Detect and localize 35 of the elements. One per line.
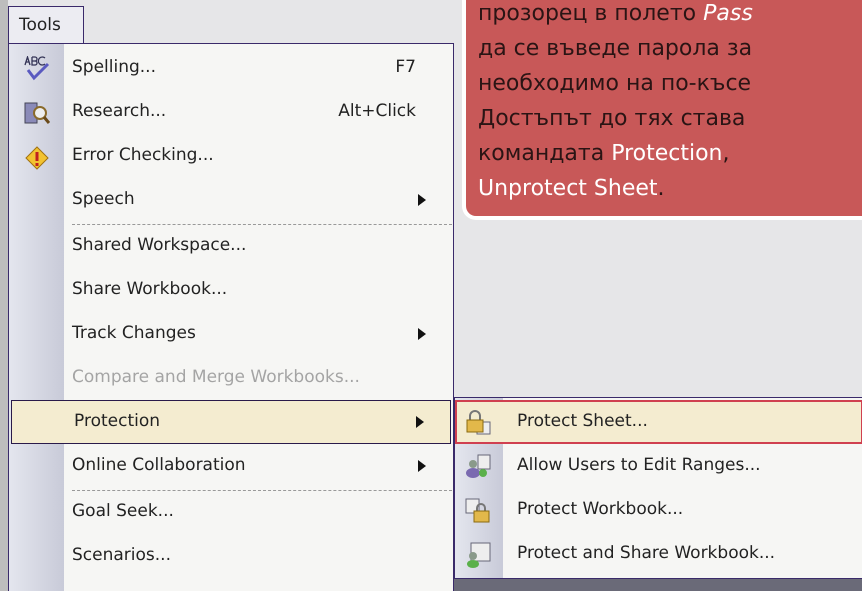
submenu-arrow-icon [418,460,426,472]
spelling-check-icon [24,56,50,82]
submenu-arrow-icon [418,194,426,206]
menu-item[interactable]: Online Collaboration [9,444,453,488]
menu-item[interactable]: Error Checking... [9,134,453,178]
callout-text-line: командата Protection, [478,140,731,168]
menu-item[interactable]: Shared Workspace... [9,222,453,268]
menu-item[interactable]: Speech [9,178,453,222]
menu-item[interactable]: Track Changes [9,312,453,356]
grid-lock-icon [465,498,491,524]
callout-text-line: необходимо на по-късе [478,70,752,98]
callout-text-line: прозорец в полето Pass [478,0,754,28]
submenu-item[interactable]: Protect Workbook... [455,488,862,532]
shortcut-text: F7 [395,56,416,80]
menu-item[interactable]: Spelling... F7 [9,46,453,90]
warning-diamond-icon [24,144,50,170]
book-magnifier-icon [24,100,50,126]
lock-grid-icon [465,410,491,436]
menu-item[interactable]: Research... Alt+Click [9,90,453,134]
submenu-item[interactable]: Protect Sheet... [455,400,862,444]
submenu-item[interactable]: Allow Users to Edit Ranges... [455,444,862,488]
submenu-item[interactable]: Protect and Share Workbook... [455,532,862,576]
submenu-arrow-icon [418,328,426,340]
menu-item[interactable]: Share Workbook... [9,268,453,312]
callout-text-line: Unprotect Sheet. [478,175,666,203]
grid-user-icon [465,542,491,568]
callout-text-line: да се въведе парола за [478,35,754,63]
menu-item[interactable]: Protection [11,400,451,444]
submenu-arrow-icon [416,416,424,428]
menu-item[interactable]: Goal Seek... [9,488,453,534]
users-grid-icon [465,454,491,480]
shortcut-text: Alt+Click [338,100,416,124]
menu-bar-item[interactable]: Tools [8,6,84,44]
menu-item[interactable]: Scenarios... [9,534,453,578]
callout-text-line: Достъпът до тях става [478,105,746,133]
